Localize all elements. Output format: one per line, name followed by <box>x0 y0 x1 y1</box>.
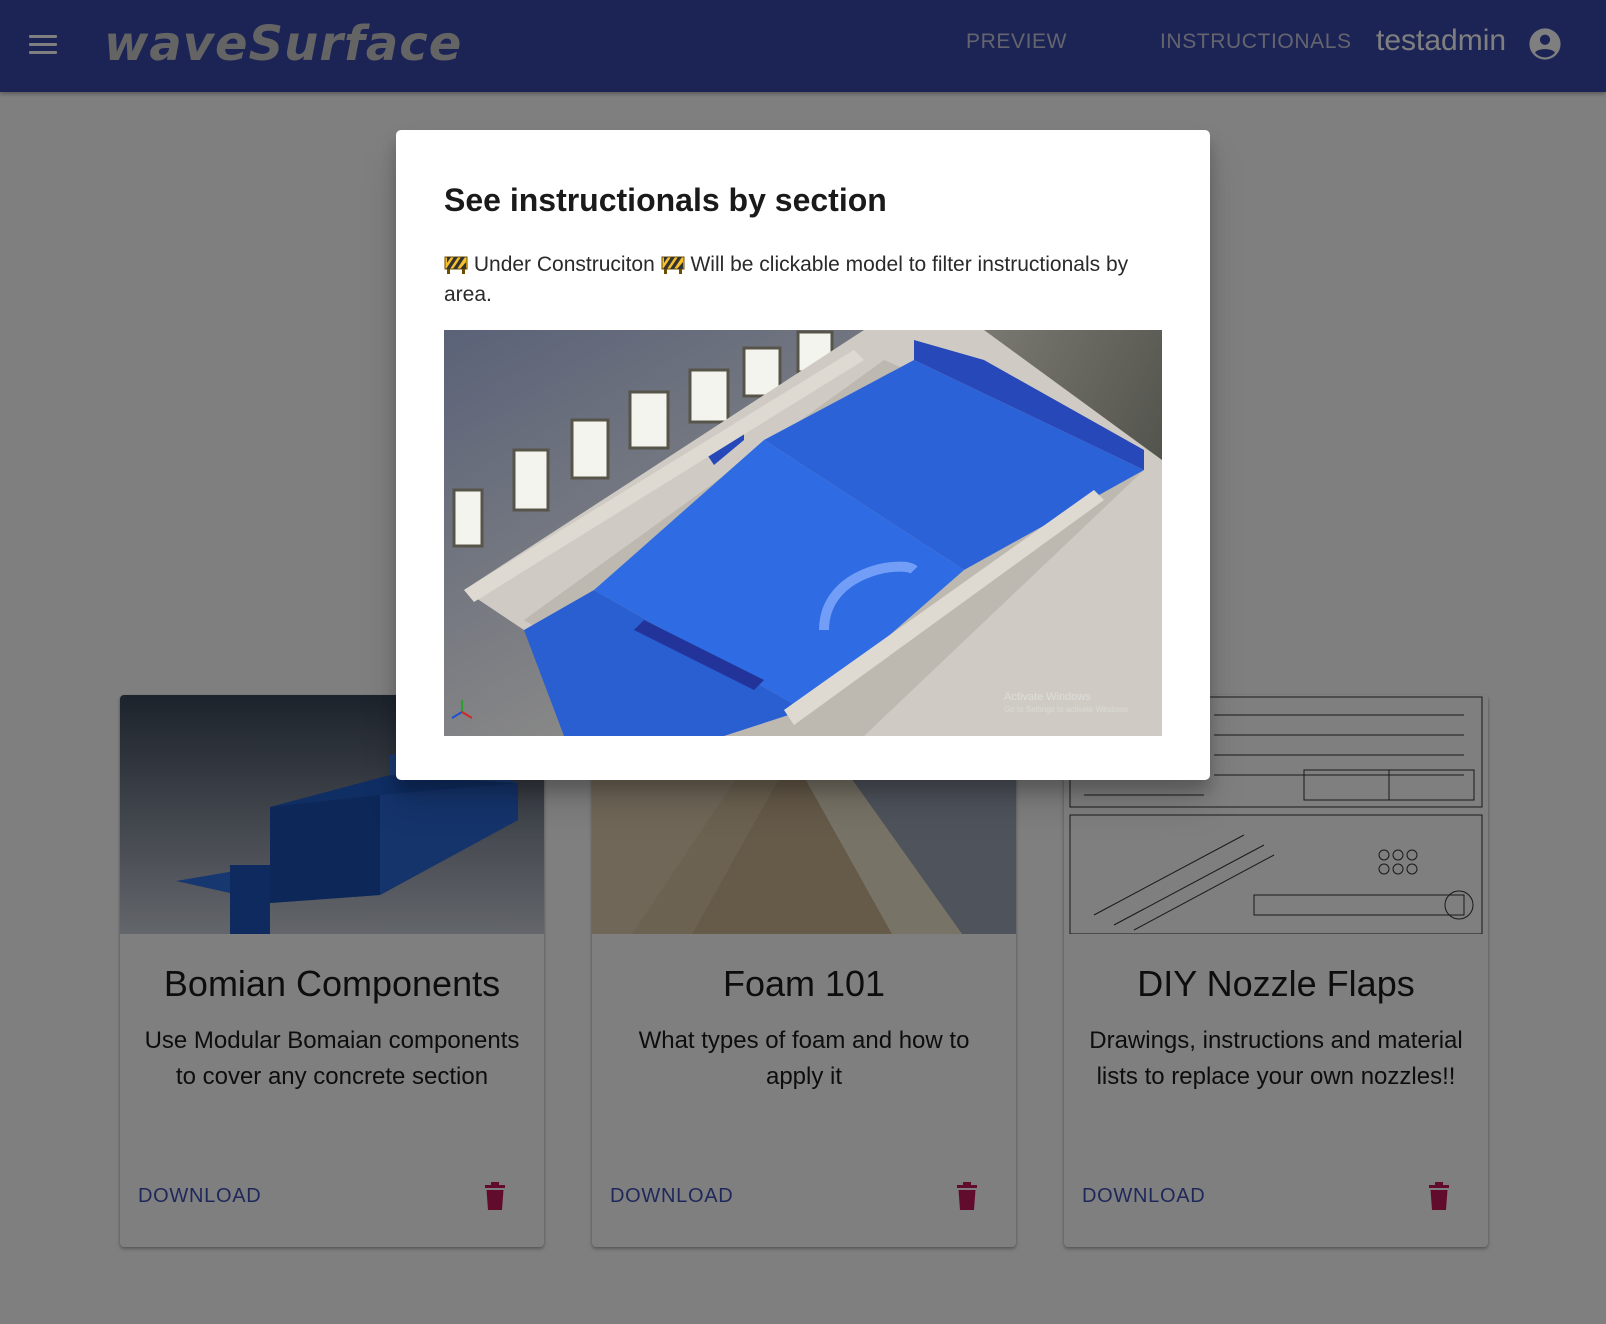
watermark-text: Activate Windows <box>1004 691 1091 703</box>
construction-icon <box>444 256 468 274</box>
dialog-text-part1: Under Construciton <box>473 253 655 276</box>
dialog-title: See instructionals by section <box>444 182 887 218</box>
wave-pool-model-image[interactable]: Activate Windows Go to Settings to activ… <box>444 330 1162 736</box>
section-dialog: See instructionals by section Under Cons… <box>396 130 1210 780</box>
watermark-subtext: Go to Settings to activate Windows. <box>1004 705 1130 714</box>
dialog-text: Under Construciton Will be clickable mod… <box>444 250 1154 310</box>
construction-icon <box>661 256 685 274</box>
